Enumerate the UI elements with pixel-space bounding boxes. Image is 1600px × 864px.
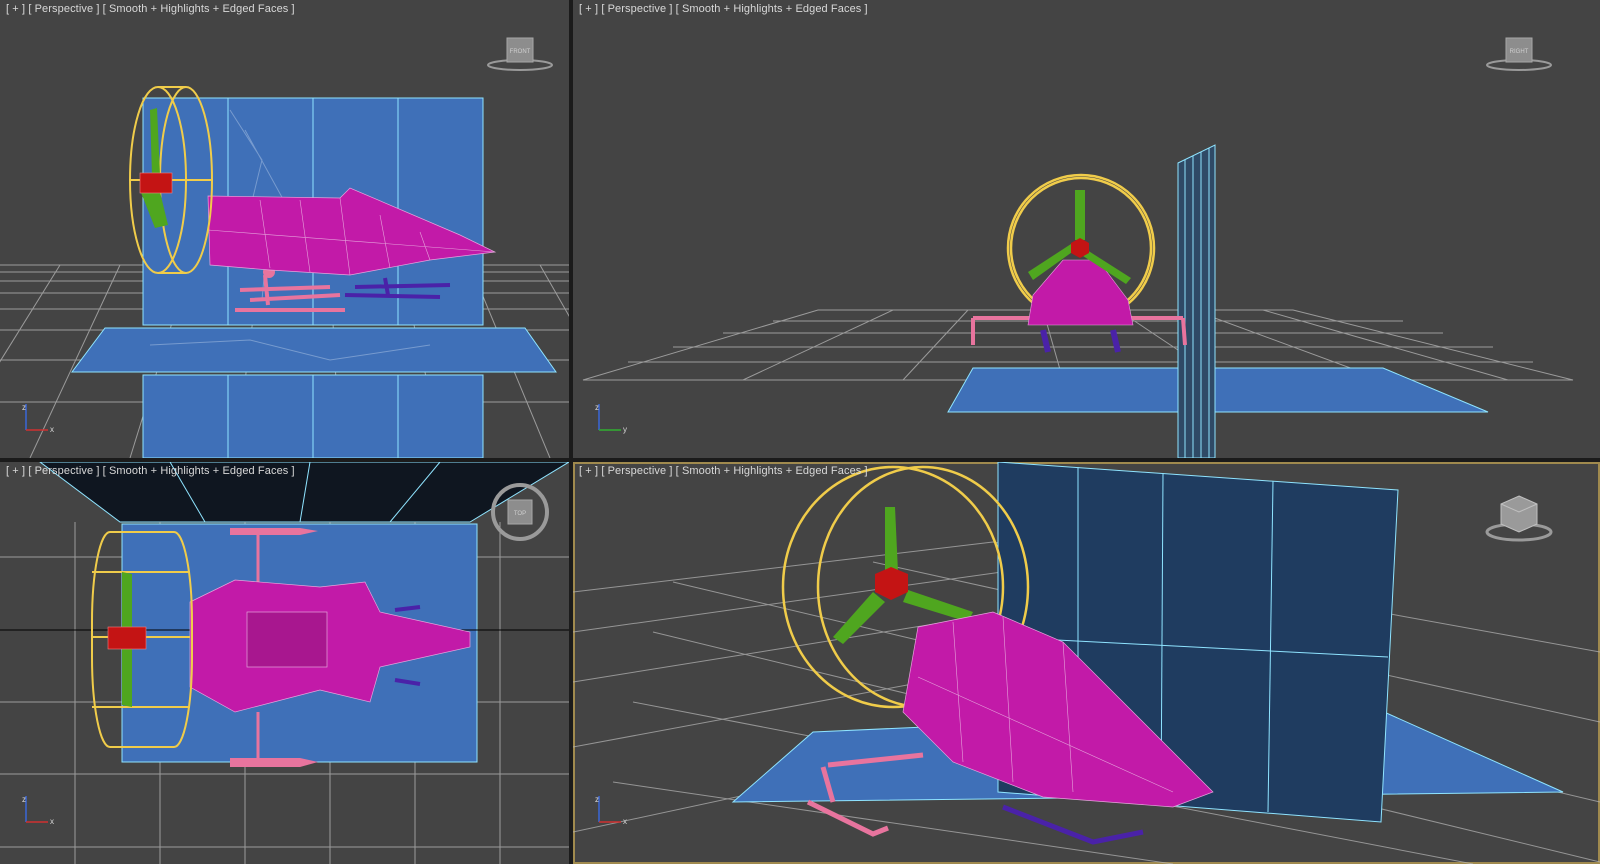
blueprint-vertical-edge bbox=[1177, 144, 1216, 458]
axis-tripod: z y bbox=[593, 400, 633, 436]
viewcube-face-label: FRONT bbox=[510, 49, 531, 55]
svg-text:z: z bbox=[22, 403, 26, 412]
viewport-shading-menu[interactable]: [ Smooth + Highlights + Edged Faces ] bbox=[676, 3, 868, 15]
viewcube[interactable]: TOP bbox=[488, 480, 552, 544]
viewport-view-menu[interactable]: [ Perspective ] bbox=[28, 465, 99, 477]
viewport-plus-menu[interactable]: [ + ] bbox=[6, 465, 25, 477]
viewport-shading-menu[interactable]: [ Smooth + Highlights + Edged Faces ] bbox=[103, 465, 295, 477]
viewport-top-left[interactable]: [ + ] [ Perspective ] [ Smooth + Highlig… bbox=[0, 0, 569, 458]
viewcube[interactable] bbox=[1485, 492, 1553, 544]
viewport-label: [ + ] [ Perspective ] [ Smooth + Highlig… bbox=[6, 465, 295, 477]
scene-bottom-left bbox=[0, 462, 569, 864]
svg-text:y: y bbox=[623, 425, 627, 434]
viewport-label: [ + ] [ Perspective ] [ Smooth + Highlig… bbox=[579, 3, 868, 15]
svg-text:z: z bbox=[22, 795, 26, 804]
axis-tripod: z x bbox=[593, 792, 633, 828]
blueprint-lower bbox=[142, 374, 484, 458]
viewport-label: [ + ] [ Perspective ] [ Smooth + Highlig… bbox=[579, 465, 868, 477]
viewcube-icon: TOP bbox=[491, 483, 549, 541]
svg-text:x: x bbox=[623, 817, 627, 826]
viewcube-icon: RIGHT bbox=[1486, 37, 1552, 71]
viewcube[interactable]: FRONT bbox=[486, 36, 554, 72]
viewport-label: [ + ] [ Perspective ] [ Smooth + Highlig… bbox=[6, 3, 295, 15]
svg-text:x: x bbox=[50, 425, 54, 434]
viewport-plus-menu[interactable]: [ + ] bbox=[6, 3, 25, 15]
blueprint-floor bbox=[71, 327, 557, 373]
scene-top-right bbox=[582, 144, 1574, 458]
viewport-bottom-left[interactable]: [ + ] [ Perspective ] [ Smooth + Highlig… bbox=[0, 462, 569, 864]
viewport-bottom-right[interactable]: [ + ] [ Perspective ] [ Smooth + Highlig… bbox=[573, 462, 1600, 864]
svg-text:z: z bbox=[595, 795, 599, 804]
viewport-view-menu[interactable]: [ Perspective ] bbox=[28, 3, 99, 15]
viewcube-icon bbox=[1485, 495, 1553, 542]
viewport-plus-menu[interactable]: [ + ] bbox=[579, 465, 598, 477]
viewport-top-right[interactable]: [ + ] [ Perspective ] [ Smooth + Highlig… bbox=[573, 0, 1600, 458]
svg-text:z: z bbox=[595, 403, 599, 412]
viewport-view-menu[interactable]: [ Perspective ] bbox=[601, 465, 672, 477]
viewcube-face-label: RIGHT bbox=[1510, 49, 1529, 55]
svg-text:x: x bbox=[50, 817, 54, 826]
scene-top-left bbox=[0, 86, 569, 458]
viewcube-face-label: TOP bbox=[514, 511, 526, 517]
viewport-shading-menu[interactable]: [ Smooth + Highlights + Edged Faces ] bbox=[103, 3, 295, 15]
scene-bottom-right bbox=[573, 462, 1600, 864]
blueprint-floor bbox=[947, 367, 1489, 413]
axis-tripod: z x bbox=[20, 792, 60, 828]
viewport-view-menu[interactable]: [ Perspective ] bbox=[601, 3, 672, 15]
viewcube-icon: FRONT bbox=[487, 37, 553, 71]
viewport-plus-menu[interactable]: [ + ] bbox=[579, 3, 598, 15]
viewcube[interactable]: RIGHT bbox=[1485, 36, 1553, 72]
axis-tripod: z x bbox=[20, 400, 60, 436]
viewport-shading-menu[interactable]: [ Smooth + Highlights + Edged Faces ] bbox=[676, 465, 868, 477]
